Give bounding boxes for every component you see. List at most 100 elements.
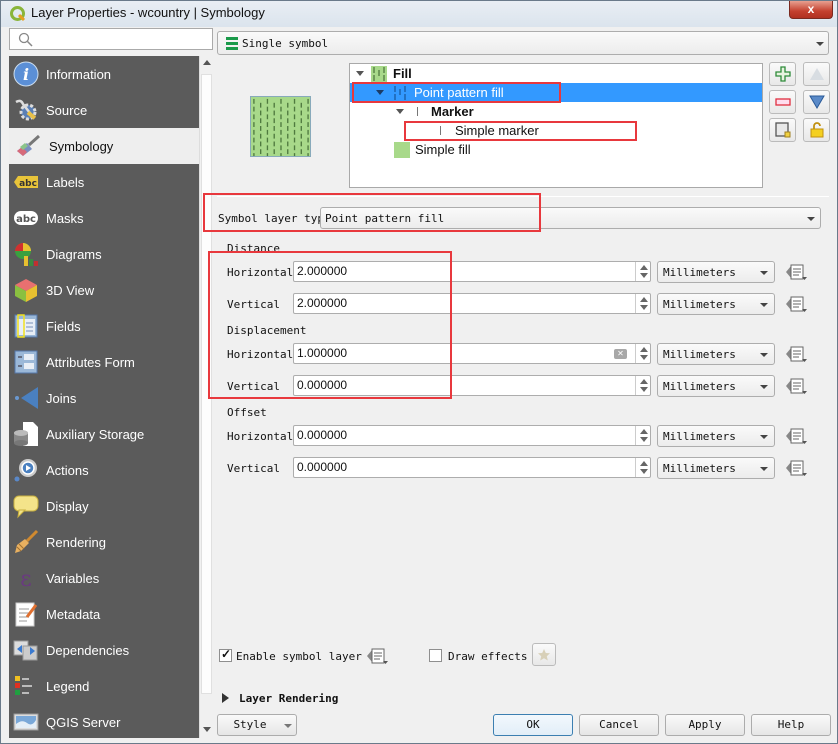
data-defined-override-icon[interactable] (785, 262, 809, 282)
sidebar-item-metadata[interactable]: Metadata (9, 596, 199, 632)
data-defined-override-icon[interactable] (785, 344, 809, 364)
sidebar-item-fields[interactable]: Fields (9, 308, 199, 344)
tree-row-simple-marker[interactable]: Simple marker (350, 121, 762, 140)
dependencies-icon (13, 637, 39, 663)
tree-row-simple-fill[interactable]: Simple fill (350, 140, 762, 159)
spin-arrows-icon[interactable] (640, 347, 648, 361)
scrollbar-thumb[interactable] (201, 74, 212, 694)
spin-arrows-icon[interactable] (640, 297, 648, 311)
displacement-horizontal-spinbox[interactable]: ✕ (293, 343, 651, 364)
tree-row-label: Simple marker (455, 123, 539, 138)
distance-horizontal-unit-combo[interactable]: Millimeters (657, 261, 775, 283)
scroll-down-arrow-icon[interactable] (203, 727, 211, 732)
sidebar-item-qgis-server[interactable]: QGIS Server (9, 704, 199, 738)
sidebar-item-diagrams[interactable]: Diagrams (9, 236, 199, 272)
data-defined-override-icon[interactable] (785, 294, 809, 314)
distance-horizontal-input[interactable] (297, 264, 597, 278)
displacement-horizontal-input[interactable] (297, 346, 597, 360)
lock-color-button[interactable] (803, 118, 830, 142)
clear-value-icon[interactable]: ✕ (614, 349, 627, 359)
expand-arrow-icon[interactable] (222, 693, 229, 703)
effects-settings-button[interactable] (532, 643, 556, 666)
renderer-type-combo[interactable]: Single symbol (217, 31, 829, 55)
chevron-down-icon (760, 271, 768, 275)
offset-vertical-spinbox[interactable] (293, 457, 651, 478)
enable-symbol-layer-label: Enable symbol layer (236, 650, 362, 663)
displacement-vertical-unit-combo[interactable]: Millimeters (657, 375, 775, 397)
data-defined-override-icon[interactable] (785, 376, 809, 396)
remove-symbol-layer-button[interactable] (769, 90, 796, 114)
spin-arrows-icon[interactable] (640, 461, 648, 475)
sidebar-item-labels[interactable]: abc Labels (9, 164, 199, 200)
sidebar-item-source[interactable]: Source (9, 92, 199, 128)
sidebar-item-3d-view[interactable]: 3D View (9, 272, 199, 308)
panel-scrollbar[interactable] (199, 56, 213, 738)
distance-horizontal-spinbox[interactable] (293, 261, 651, 282)
data-defined-override-icon[interactable] (785, 426, 809, 446)
sidebar-item-auxiliary-storage[interactable]: Auxiliary Storage (9, 416, 199, 452)
apply-button[interactable]: Apply (665, 714, 745, 736)
ok-button[interactable]: OK (493, 714, 573, 736)
close-button[interactable]: x (789, 1, 833, 19)
sidebar-item-rendering[interactable]: Rendering (9, 524, 199, 560)
style-menu-button[interactable]: Style (217, 714, 297, 736)
sidebar-item-joins[interactable]: Joins (9, 380, 199, 416)
tree-row-point-pattern-fill[interactable]: Point pattern fill (350, 83, 762, 102)
help-button[interactable]: Help (751, 714, 831, 736)
duplicate-symbol-layer-button[interactable] (769, 118, 796, 142)
expand-arrow-icon[interactable] (356, 71, 364, 76)
add-symbol-layer-button[interactable] (769, 62, 796, 86)
displacement-horizontal-unit-combo[interactable]: Millimeters (657, 343, 775, 365)
spin-arrows-icon[interactable] (640, 265, 648, 279)
distance-vertical-spinbox[interactable] (293, 293, 651, 314)
simple-fill-icon (394, 141, 410, 158)
expand-arrow-icon[interactable] (396, 109, 404, 114)
sidebar-search[interactable] (9, 28, 213, 50)
spin-arrows-icon[interactable] (640, 429, 648, 443)
sidebar-item-variables[interactable]: ε Variables (9, 560, 199, 596)
symbol-layer-tree: Fill Point pattern fill Marker Simple ma… (349, 63, 763, 188)
symbol-layer-type-combo[interactable]: Point pattern fill (320, 207, 821, 229)
layer-rendering-section[interactable]: Layer Rendering (239, 692, 338, 705)
marker-symbol-icon (417, 107, 418, 116)
sidebar-item-actions[interactable]: Actions (9, 452, 199, 488)
sidebar-item-dependencies[interactable]: Dependencies (9, 632, 199, 668)
expand-arrow-icon[interactable] (376, 90, 384, 95)
displacement-vertical-input[interactable] (297, 378, 597, 392)
draw-effects-checkbox[interactable] (429, 649, 442, 662)
sidebar-item-masks[interactable]: abc Masks (9, 200, 199, 236)
spin-arrows-icon[interactable] (640, 379, 648, 393)
search-input[interactable] (38, 31, 208, 47)
scroll-up-arrow-icon[interactable] (203, 60, 211, 65)
offset-horizontal-input[interactable] (297, 428, 597, 442)
data-defined-override-icon[interactable] (785, 458, 809, 478)
tree-row-marker[interactable]: Marker (350, 102, 762, 121)
enable-symbol-layer-checkbox[interactable]: ✓ (219, 647, 232, 662)
sidebar-item-display[interactable]: Display (9, 488, 199, 524)
displacement-vertical-spinbox[interactable] (293, 375, 651, 396)
sidebar-item-attributes-form[interactable]: Attributes Form (9, 344, 199, 380)
distance-vertical-input[interactable] (297, 296, 597, 310)
sidebar-item-legend[interactable]: Legend (9, 668, 199, 704)
offset-horizontal-spinbox[interactable] (293, 425, 651, 446)
move-down-button[interactable] (803, 90, 830, 114)
cancel-button[interactable]: Cancel (579, 714, 659, 736)
sidebar-item-label: Masks (46, 210, 84, 226)
data-defined-override-icon[interactable] (366, 646, 390, 666)
sidebar-item-symbology[interactable]: Symbology (9, 128, 199, 164)
sidebar-item-information[interactable]: i Information (9, 56, 199, 92)
duplicate-icon (774, 122, 790, 138)
distance-vertical-unit-combo[interactable]: Millimeters (657, 293, 775, 315)
source-icon (13, 97, 39, 123)
display-icon (13, 493, 39, 519)
sidebar-item-label: Variables (46, 570, 100, 586)
move-up-button[interactable] (803, 62, 830, 86)
offset-vertical-unit-combo[interactable]: Millimeters (657, 457, 775, 479)
offset-heading: Offset (227, 406, 267, 419)
chevron-down-icon (760, 467, 768, 471)
qgis-logo-icon (10, 6, 26, 22)
offset-vertical-input[interactable] (297, 460, 597, 474)
tree-row-fill[interactable]: Fill (350, 64, 762, 83)
offset-horizontal-unit-combo[interactable]: Millimeters (657, 425, 775, 447)
sidebar-item-label: Joins (46, 390, 77, 406)
